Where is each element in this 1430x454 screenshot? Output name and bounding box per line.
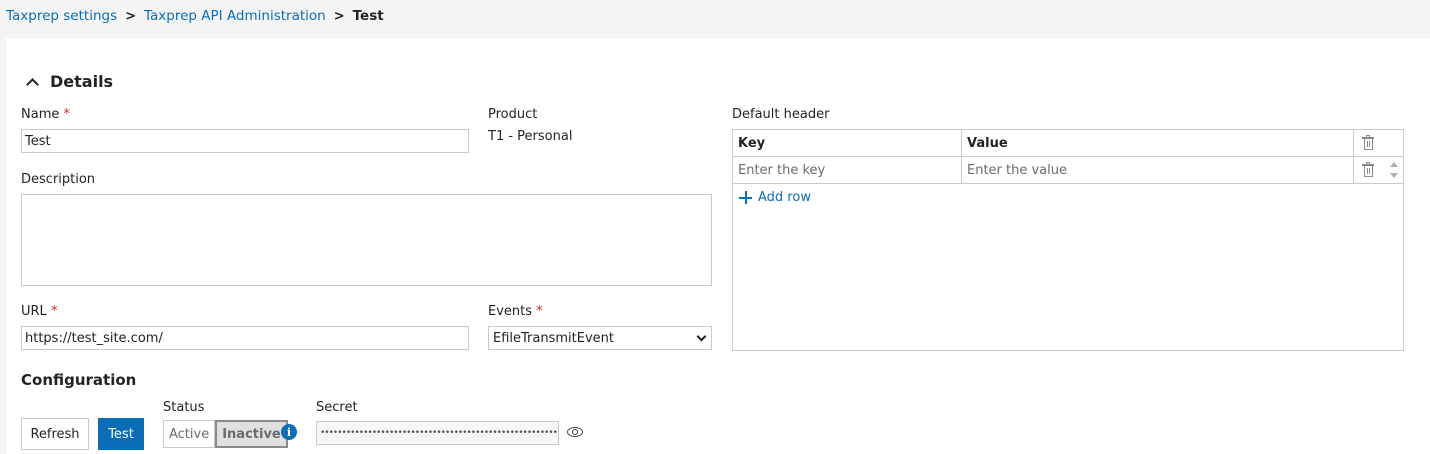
- breadcrumb-separator: >: [125, 8, 137, 24]
- status-inactive-option[interactable]: Inactive: [215, 420, 288, 448]
- secret-label: Secret: [316, 400, 358, 415]
- info-icon[interactable]: i: [281, 424, 297, 440]
- column-key: Key: [733, 130, 962, 156]
- trash-icon[interactable]: [1362, 135, 1374, 150]
- url-input[interactable]: [21, 326, 469, 350]
- status-label: Status: [163, 400, 205, 415]
- product-value: T1 - Personal: [488, 129, 573, 144]
- name-label: Name *: [21, 107, 70, 122]
- product-label: Product: [488, 107, 538, 122]
- breadcrumb-api-administration[interactable]: Taxprep API Administration: [144, 8, 326, 24]
- header-table-head-row: Key Value: [733, 130, 1403, 157]
- events-label: Events *: [488, 304, 543, 319]
- details-section-toggle[interactable]: Details: [26, 72, 113, 91]
- table-row: [733, 157, 1403, 184]
- refresh-button[interactable]: Refresh: [21, 418, 89, 450]
- plus-icon: [739, 191, 752, 204]
- add-row-label: Add row: [758, 190, 811, 205]
- details-panel: Details Name * Product T1 - Personal Des…: [6, 38, 1430, 454]
- chevron-down-icon: [696, 331, 707, 341]
- reorder-spinner[interactable]: [1389, 159, 1399, 181]
- description-label: Description: [21, 172, 96, 187]
- breadcrumb-current: Test: [352, 8, 384, 24]
- events-label-text: Events: [488, 304, 533, 319]
- configuration-title: Configuration: [21, 371, 137, 389]
- status-toggle: Active Inactive: [163, 420, 288, 448]
- required-mark: *: [50, 304, 58, 319]
- value-input[interactable]: [967, 157, 1353, 183]
- name-label-text: Name: [21, 107, 60, 122]
- column-value: Value: [962, 130, 1354, 156]
- trash-icon[interactable]: [1362, 162, 1374, 177]
- value-cell: [962, 157, 1354, 183]
- eye-icon[interactable]: [567, 426, 583, 438]
- chevron-up-icon[interactable]: [26, 76, 38, 88]
- breadcrumb: Taxprep settings > Taxprep API Administr…: [6, 6, 384, 26]
- required-mark: *: [63, 107, 71, 122]
- default-header-label: Default header: [732, 107, 830, 122]
- details-title: Details: [50, 72, 114, 91]
- default-header-table: Key Value Add row: [732, 129, 1404, 351]
- events-selected-value: EfileTransmitEvent: [493, 330, 614, 346]
- url-label: URL *: [21, 304, 57, 319]
- url-label-text: URL: [21, 304, 47, 319]
- breadcrumb-separator: >: [333, 8, 345, 24]
- description-textarea[interactable]: [21, 194, 712, 286]
- events-select[interactable]: EfileTransmitEvent: [488, 326, 712, 350]
- key-cell: [733, 157, 962, 183]
- arrow-up-icon[interactable]: [1390, 162, 1398, 167]
- arrow-down-icon[interactable]: [1390, 173, 1398, 178]
- test-button[interactable]: Test: [98, 418, 144, 450]
- add-row-button[interactable]: Add row: [739, 190, 811, 205]
- name-input[interactable]: [21, 129, 469, 153]
- breadcrumb-taxprep-settings[interactable]: Taxprep settings: [6, 8, 117, 24]
- secret-field[interactable]: ••••••••••••••••••••••••••••••••••••••••…: [316, 421, 559, 445]
- key-input[interactable]: [738, 157, 961, 183]
- status-active-option[interactable]: Active: [163, 420, 216, 448]
- required-mark: *: [536, 304, 543, 319]
